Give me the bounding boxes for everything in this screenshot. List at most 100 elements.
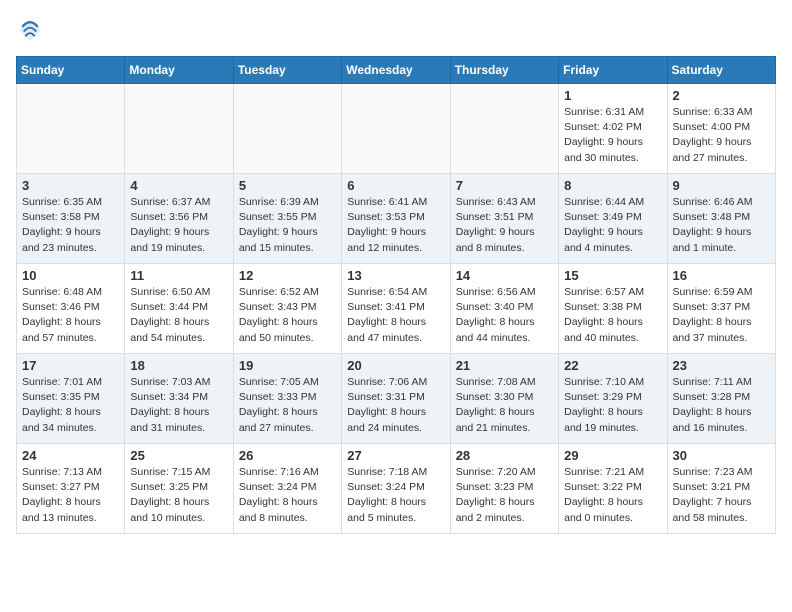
day-number: 1 (564, 88, 661, 103)
calendar-cell: 25 Sunrise: 7:15 AMSunset: 3:25 PMDayligh… (125, 444, 233, 534)
day-info: Sunrise: 7:03 AMSunset: 3:34 PMDaylight:… (130, 375, 227, 436)
day-number: 13 (347, 268, 444, 283)
calendar-cell: 17 Sunrise: 7:01 AMSunset: 3:35 PMDayligh… (17, 354, 125, 444)
calendar-cell (450, 84, 558, 174)
weekday-header-wednesday: Wednesday (342, 57, 450, 84)
day-info: Sunrise: 7:08 AMSunset: 3:30 PMDaylight:… (456, 375, 553, 436)
calendar-cell: 27 Sunrise: 7:18 AMSunset: 3:24 PMDayligh… (342, 444, 450, 534)
day-number: 6 (347, 178, 444, 193)
calendar-cell (233, 84, 341, 174)
day-number: 7 (456, 178, 553, 193)
day-info: Sunrise: 6:48 AMSunset: 3:46 PMDaylight:… (22, 285, 119, 346)
calendar-cell (17, 84, 125, 174)
day-number: 28 (456, 448, 553, 463)
day-number: 11 (130, 268, 227, 283)
day-number: 29 (564, 448, 661, 463)
day-number: 22 (564, 358, 661, 373)
calendar-cell: 26 Sunrise: 7:16 AMSunset: 3:24 PMDayligh… (233, 444, 341, 534)
calendar-cell: 18Sunrise: 7:03 AMSunset: 3:34 PMDayligh… (125, 354, 233, 444)
weekday-header-friday: Friday (559, 57, 667, 84)
calendar-cell: 7 Sunrise: 6:43 AMSunset: 3:51 PMDaylight… (450, 174, 558, 264)
calendar-week-row: 24Sunrise: 7:13 AMSunset: 3:27 PMDayligh… (17, 444, 776, 534)
logo-icon (16, 16, 44, 44)
day-info: Sunrise: 7:05 AMSunset: 3:33 PMDaylight:… (239, 375, 336, 436)
calendar-cell: 14 Sunrise: 6:56 AMSunset: 3:40 PMDayligh… (450, 264, 558, 354)
calendar-cell: 30 Sunrise: 7:23 AMSunset: 3:21 PMDayligh… (667, 444, 775, 534)
day-info: Sunrise: 6:41 AMSunset: 3:53 PMDaylight:… (347, 195, 444, 256)
day-info: Sunrise: 6:37 AMSunset: 3:56 PMDaylight:… (130, 195, 227, 256)
day-info: Sunrise: 7:01 AMSunset: 3:35 PMDaylight:… (22, 375, 119, 436)
calendar-week-row: 1 Sunrise: 6:31 AMSunset: 4:02 PMDaylight… (17, 84, 776, 174)
day-info: Sunrise: 6:57 AMSunset: 3:38 PMDaylight:… (564, 285, 661, 346)
header (16, 16, 776, 44)
day-number: 12 (239, 268, 336, 283)
weekday-header-sunday: Sunday (17, 57, 125, 84)
calendar-cell: 1 Sunrise: 6:31 AMSunset: 4:02 PMDaylight… (559, 84, 667, 174)
day-number: 30 (673, 448, 770, 463)
day-number: 2 (673, 88, 770, 103)
weekday-header-tuesday: Tuesday (233, 57, 341, 84)
calendar-cell: 19 Sunrise: 7:05 AMSunset: 3:33 PMDayligh… (233, 354, 341, 444)
day-number: 21 (456, 358, 553, 373)
calendar-cell: 11 Sunrise: 6:50 AMSunset: 3:44 PMDayligh… (125, 264, 233, 354)
day-info: Sunrise: 6:56 AMSunset: 3:40 PMDaylight:… (456, 285, 553, 346)
day-number: 27 (347, 448, 444, 463)
day-number: 25 (130, 448, 227, 463)
day-info: Sunrise: 6:31 AMSunset: 4:02 PMDaylight:… (564, 105, 661, 166)
day-number: 19 (239, 358, 336, 373)
day-info: Sunrise: 7:16 AMSunset: 3:24 PMDaylight:… (239, 465, 336, 526)
calendar-cell: 8Sunrise: 6:44 AMSunset: 3:49 PMDaylight… (559, 174, 667, 264)
day-number: 14 (456, 268, 553, 283)
day-number: 16 (673, 268, 770, 283)
calendar-cell: 4 Sunrise: 6:37 AMSunset: 3:56 PMDaylight… (125, 174, 233, 264)
logo (16, 16, 48, 44)
weekday-header-row: SundayMondayTuesdayWednesdayThursdayFrid… (17, 57, 776, 84)
day-info: Sunrise: 6:59 AMSunset: 3:37 PMDaylight:… (673, 285, 770, 346)
calendar-cell: 13 Sunrise: 6:54 AMSunset: 3:41 PMDayligh… (342, 264, 450, 354)
day-info: Sunrise: 7:18 AMSunset: 3:24 PMDaylight:… (347, 465, 444, 526)
calendar-cell: 23Sunrise: 7:11 AMSunset: 3:28 PMDayligh… (667, 354, 775, 444)
calendar-table: SundayMondayTuesdayWednesdayThursdayFrid… (16, 56, 776, 534)
calendar-cell: 16 Sunrise: 6:59 AMSunset: 3:37 PMDayligh… (667, 264, 775, 354)
day-info: Sunrise: 7:06 AMSunset: 3:31 PMDaylight:… (347, 375, 444, 436)
calendar-cell: 15 Sunrise: 6:57 AMSunset: 3:38 PMDayligh… (559, 264, 667, 354)
calendar-cell: 5 Sunrise: 6:39 AMSunset: 3:55 PMDaylight… (233, 174, 341, 264)
day-info: Sunrise: 7:15 AMSunset: 3:25 PMDaylight:… (130, 465, 227, 526)
weekday-header-thursday: Thursday (450, 57, 558, 84)
weekday-header-monday: Monday (125, 57, 233, 84)
day-info: Sunrise: 6:46 AMSunset: 3:48 PMDaylight:… (673, 195, 770, 256)
day-info: Sunrise: 7:23 AMSunset: 3:21 PMDaylight:… (673, 465, 770, 526)
day-info: Sunrise: 6:43 AMSunset: 3:51 PMDaylight:… (456, 195, 553, 256)
day-number: 26 (239, 448, 336, 463)
day-number: 15 (564, 268, 661, 283)
day-number: 8 (564, 178, 661, 193)
calendar-cell: 24Sunrise: 7:13 AMSunset: 3:27 PMDayligh… (17, 444, 125, 534)
day-info: Sunrise: 7:11 AMSunset: 3:28 PMDaylight:… (673, 375, 770, 436)
day-number: 5 (239, 178, 336, 193)
day-info: Sunrise: 6:52 AMSunset: 3:43 PMDaylight:… (239, 285, 336, 346)
day-info: Sunrise: 6:39 AMSunset: 3:55 PMDaylight:… (239, 195, 336, 256)
day-info: Sunrise: 6:35 AMSunset: 3:58 PMDaylight:… (22, 195, 119, 256)
calendar-cell: 22 Sunrise: 7:10 AMSunset: 3:29 PMDayligh… (559, 354, 667, 444)
day-number: 20 (347, 358, 444, 373)
calendar-cell: 3 Sunrise: 6:35 AMSunset: 3:58 PMDaylight… (17, 174, 125, 264)
day-info: Sunrise: 6:50 AMSunset: 3:44 PMDaylight:… (130, 285, 227, 346)
day-info: Sunrise: 6:33 AMSunset: 4:00 PMDaylight:… (673, 105, 770, 166)
day-info: Sunrise: 7:10 AMSunset: 3:29 PMDaylight:… (564, 375, 661, 436)
calendar-cell: 12 Sunrise: 6:52 AMSunset: 3:43 PMDayligh… (233, 264, 341, 354)
day-number: 3 (22, 178, 119, 193)
calendar-cell: 2 Sunrise: 6:33 AMSunset: 4:00 PMDaylight… (667, 84, 775, 174)
calendar-cell: 28 Sunrise: 7:20 AMSunset: 3:23 PMDayligh… (450, 444, 558, 534)
day-number: 4 (130, 178, 227, 193)
calendar-week-row: 17 Sunrise: 7:01 AMSunset: 3:35 PMDayligh… (17, 354, 776, 444)
day-info: Sunrise: 7:21 AMSunset: 3:22 PMDaylight:… (564, 465, 661, 526)
weekday-header-saturday: Saturday (667, 57, 775, 84)
calendar-cell (342, 84, 450, 174)
day-info: Sunrise: 6:54 AMSunset: 3:41 PMDaylight:… (347, 285, 444, 346)
calendar-cell: 20 Sunrise: 7:06 AMSunset: 3:31 PMDayligh… (342, 354, 450, 444)
calendar-cell: 29 Sunrise: 7:21 AMSunset: 3:22 PMDayligh… (559, 444, 667, 534)
calendar-week-row: 10Sunrise: 6:48 AMSunset: 3:46 PMDayligh… (17, 264, 776, 354)
day-info: Sunrise: 7:20 AMSunset: 3:23 PMDaylight:… (456, 465, 553, 526)
day-number: 17 (22, 358, 119, 373)
calendar-cell: 6 Sunrise: 6:41 AMSunset: 3:53 PMDaylight… (342, 174, 450, 264)
